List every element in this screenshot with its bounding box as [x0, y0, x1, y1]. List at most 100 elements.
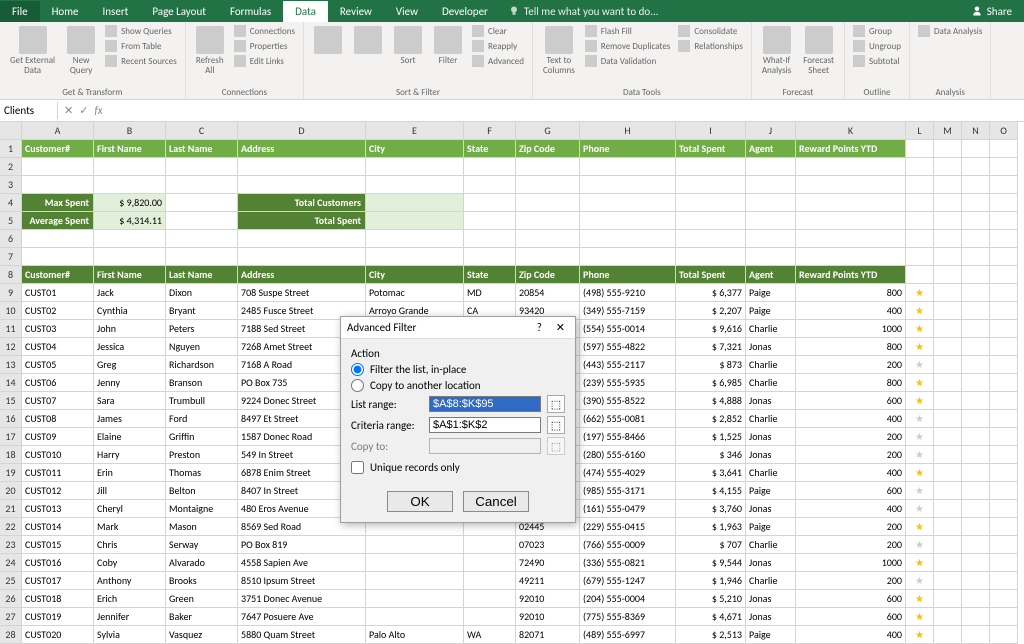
cell[interactable]	[676, 212, 746, 230]
get-external-data[interactable]: Get ExternalData	[6, 24, 59, 78]
sort-za[interactable]	[350, 24, 386, 58]
data-cell[interactable]: 400	[796, 302, 906, 320]
relationships[interactable]: Relationships	[676, 39, 745, 53]
data-cell[interactable]: Mark	[94, 518, 166, 536]
cell[interactable]	[238, 248, 366, 266]
edit-links[interactable]: Edit Links	[232, 54, 297, 68]
cell[interactable]	[746, 248, 796, 266]
cell[interactable]	[990, 212, 1018, 230]
data-cell[interactable]: Potomac	[366, 284, 464, 302]
tab-home[interactable]: Home	[40, 1, 91, 22]
data-cell[interactable]: Mason	[166, 518, 238, 536]
cell[interactable]	[366, 158, 464, 176]
data-cell[interactable]: Trumbull	[166, 392, 238, 410]
cell[interactable]	[962, 266, 990, 284]
col-N[interactable]: N	[962, 122, 990, 140]
row-17[interactable]: 17	[0, 428, 22, 446]
cell[interactable]	[906, 194, 934, 212]
data-cell[interactable]: (679) 555-1247	[580, 572, 676, 590]
row-25[interactable]: 25	[0, 572, 22, 590]
cell[interactable]	[990, 608, 1018, 626]
cell[interactable]	[516, 176, 580, 194]
cell[interactable]	[464, 194, 516, 212]
data-cell[interactable]: $ 6,985	[676, 374, 746, 392]
row-22[interactable]: 22	[0, 518, 22, 536]
data-cell[interactable]: 7647 Posuere Ave	[238, 608, 366, 626]
data-cell[interactable]: Harry	[94, 446, 166, 464]
advanced[interactable]: Advanced	[470, 54, 526, 68]
cell[interactable]	[580, 212, 676, 230]
data-cell[interactable]: Greg	[94, 356, 166, 374]
cell[interactable]	[990, 500, 1018, 518]
cell[interactable]	[962, 518, 990, 536]
cell[interactable]	[934, 230, 962, 248]
data-cell[interactable]	[464, 608, 516, 626]
cell[interactable]	[962, 626, 990, 644]
cell[interactable]	[962, 536, 990, 554]
tab-insert[interactable]: Insert	[91, 1, 141, 22]
cell[interactable]	[22, 230, 94, 248]
cell[interactable]	[516, 212, 580, 230]
cell[interactable]	[796, 230, 906, 248]
cell[interactable]	[990, 554, 1018, 572]
data-cell[interactable]: 600	[796, 392, 906, 410]
cell[interactable]	[166, 230, 238, 248]
col-M[interactable]: M	[934, 122, 962, 140]
data-cell[interactable]: $ 1,946	[676, 572, 746, 590]
data-cell[interactable]: $ 873	[676, 356, 746, 374]
data-cell[interactable]: CUST012	[22, 482, 94, 500]
data-cell[interactable]: $ 6,377	[676, 284, 746, 302]
data-cell[interactable]: CUST013	[22, 500, 94, 518]
data-cell[interactable]: (489) 555-6997	[580, 626, 676, 644]
data-cell[interactable]: Bryant	[166, 302, 238, 320]
data-cell[interactable]: Charlie	[746, 572, 796, 590]
close-icon[interactable]: ✕	[552, 321, 569, 334]
cell[interactable]	[796, 248, 906, 266]
cell[interactable]	[962, 230, 990, 248]
data-cell[interactable]: (197) 555-8466	[580, 428, 676, 446]
cancel-icon[interactable]: ✕	[64, 104, 73, 117]
cell[interactable]	[746, 194, 796, 212]
cell[interactable]	[934, 608, 962, 626]
cell[interactable]	[746, 212, 796, 230]
cell[interactable]	[166, 158, 238, 176]
cell[interactable]	[238, 158, 366, 176]
row-15[interactable]: 15	[0, 392, 22, 410]
clear[interactable]: Clear	[470, 24, 526, 38]
cell[interactable]	[962, 212, 990, 230]
data-cell[interactable]: Jonas	[746, 608, 796, 626]
cell[interactable]	[990, 410, 1018, 428]
cell[interactable]	[990, 320, 1018, 338]
cell[interactable]	[990, 194, 1018, 212]
data-cell[interactable]: 49211	[516, 572, 580, 590]
cell[interactable]	[934, 302, 962, 320]
cell[interactable]	[990, 482, 1018, 500]
row-27[interactable]: 27	[0, 608, 22, 626]
data-cell[interactable]: CUST014	[22, 518, 94, 536]
filter[interactable]: Filter	[430, 24, 466, 68]
data-cell[interactable]: 5880 Quam Street	[238, 626, 366, 644]
data-cell[interactable]: 07023	[516, 536, 580, 554]
cell[interactable]	[934, 518, 962, 536]
data-cell[interactable]: CUST05	[22, 356, 94, 374]
data-cell[interactable]: Charlie	[746, 320, 796, 338]
tab-view[interactable]: View	[384, 1, 430, 22]
data-cell[interactable]: (474) 555-4029	[580, 464, 676, 482]
data-cell[interactable]: (229) 555-0415	[580, 518, 676, 536]
data-cell[interactable]: CUST02	[22, 302, 94, 320]
data-cell[interactable]: MD	[464, 284, 516, 302]
cell[interactable]	[934, 212, 962, 230]
data-cell[interactable]: $ 2,513	[676, 626, 746, 644]
cell[interactable]	[934, 176, 962, 194]
data-cell[interactable]: Erich	[94, 590, 166, 608]
cell[interactable]	[934, 572, 962, 590]
data-cell[interactable]: (349) 555-7159	[580, 302, 676, 320]
data-cell[interactable]: Charlie	[746, 464, 796, 482]
row-11[interactable]: 11	[0, 320, 22, 338]
data-cell[interactable]: CUST011	[22, 464, 94, 482]
cell[interactable]	[962, 572, 990, 590]
data-cell[interactable]	[464, 536, 516, 554]
data-cell[interactable]: Richardson	[166, 356, 238, 374]
data-cell[interactable]: Belton	[166, 482, 238, 500]
remove-duplicates[interactable]: Remove Duplicates	[583, 39, 673, 53]
